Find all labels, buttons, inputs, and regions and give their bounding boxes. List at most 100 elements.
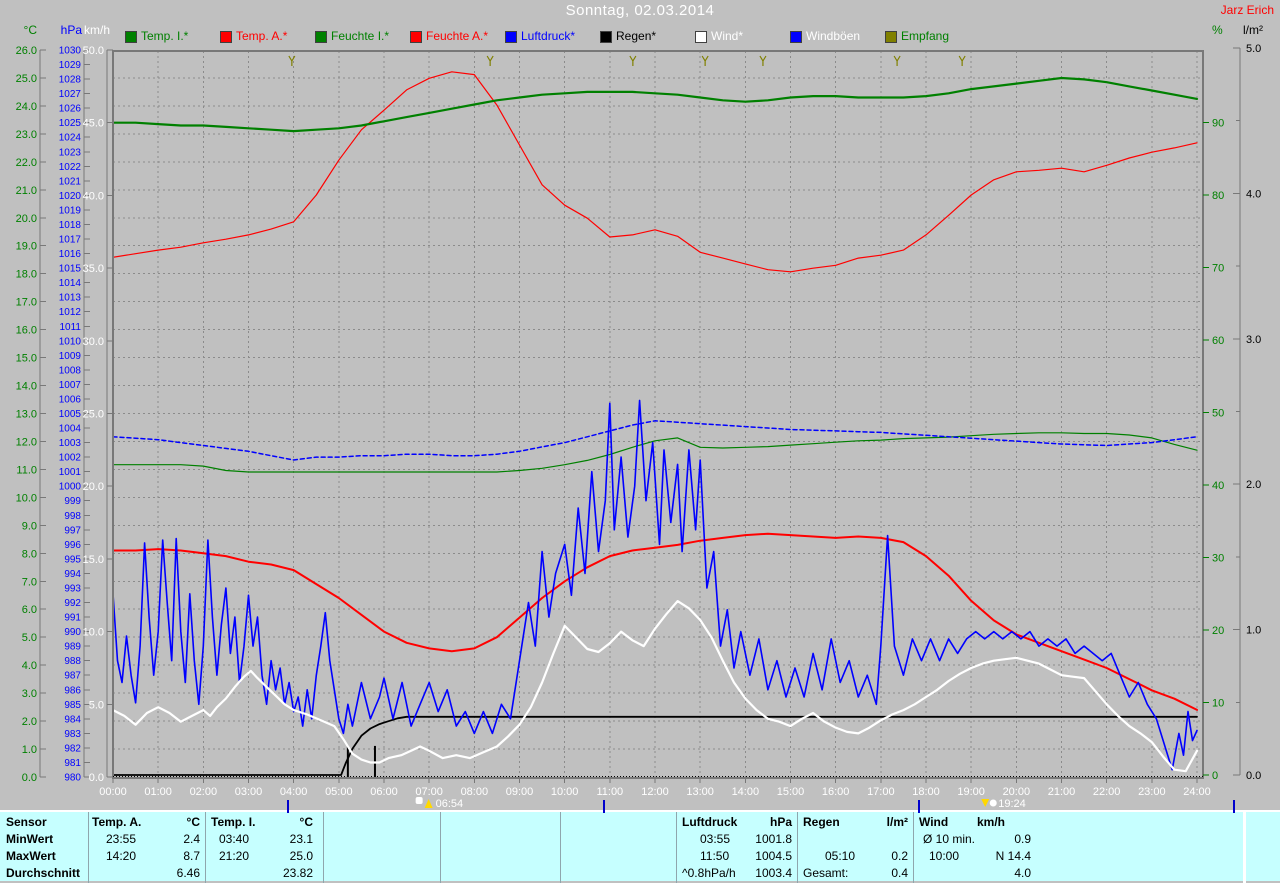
tick-label: 09:00: [506, 786, 534, 798]
tick-label: 21:00: [1048, 786, 1076, 798]
tick-label: 07:00: [415, 786, 443, 798]
axis-humidity: 0 10 20 30 40 50 60 70 80 90: [1203, 118, 1224, 782]
tick-label: 988: [64, 656, 81, 667]
table-separator: [88, 812, 89, 883]
tick-label: 50.0: [83, 45, 104, 57]
weather-app-window: { "header": { "title": "Sonntag, 02.03.2…: [0, 0, 1280, 883]
tick-label: 0.0: [89, 772, 104, 784]
tick-label: 2.0: [1246, 479, 1261, 491]
tick-label: 981: [64, 758, 81, 769]
tick-label: 16.0: [16, 325, 37, 337]
tick-label: 983: [64, 729, 81, 740]
tick-label: 1014: [59, 278, 82, 289]
tick-label: 20:00: [1003, 786, 1031, 798]
col-name: Luftdruck: [682, 815, 738, 829]
sunset-arrow-icon: [981, 799, 990, 807]
col-unit: °C: [299, 815, 313, 829]
tick-label: 996: [64, 540, 81, 551]
tick-label: 15.0: [83, 554, 104, 566]
tick-label: 5.0: [89, 699, 104, 711]
min-value: 23.1: [289, 832, 313, 846]
table-col-temp-i: Temp. I. °C 03:40 23.1 21:20 25.0 23.82: [211, 812, 313, 883]
tick-label: 1011: [59, 322, 81, 333]
min-time: 03:40: [219, 832, 250, 846]
tick-label: 60: [1212, 335, 1224, 347]
min-time: Ø 10 min.: [923, 832, 976, 846]
tick-label: 18.0: [16, 269, 37, 281]
tick-label: 984: [64, 714, 81, 725]
min-time: 03:55: [700, 832, 731, 846]
tick-label: 1007: [59, 380, 82, 391]
tick-label: 1013: [59, 293, 82, 304]
tick-label: 80: [1212, 190, 1224, 202]
avg-value: 0.4: [891, 866, 908, 880]
table-col-wind: Wind km/h Ø 10 min. 0.9 10:00 N 14.4 4.0: [919, 812, 1031, 883]
tick-label: 999: [64, 496, 81, 507]
tick-label: 19:24: [998, 798, 1026, 810]
row-label-minwert: MinWert: [6, 832, 54, 846]
min-value: 1001.8: [755, 832, 792, 846]
axis-temp: 0.0 1.0 2.0 3.0 4.0 5.0 6.0 7.0 8.0 9.0 10.0 11.0 12…: [16, 45, 46, 784]
tick-label: 986: [64, 685, 81, 696]
max-time: 11:50: [700, 849, 730, 863]
tick-label: 13.0: [16, 409, 37, 421]
tick-label: 11.0: [16, 464, 37, 476]
min-time: 23:55: [106, 832, 137, 846]
tick-label: 20.0: [83, 481, 104, 493]
blue-tick: [287, 800, 289, 813]
tick-label: 40: [1212, 480, 1224, 492]
tick-label: 4.0: [22, 660, 37, 672]
tick-label: 14:00: [732, 786, 760, 798]
tick-label: 1009: [59, 351, 82, 362]
row-label-sensor: Sensor: [6, 815, 47, 829]
tick-label: 992: [64, 598, 81, 609]
tick-label: 0.0: [22, 772, 37, 784]
tick-label: 1019: [59, 205, 82, 216]
col-unit: km/h: [976, 815, 1005, 829]
series-temp-i: [114, 76, 1199, 133]
table-col-luftdruck: Luftdruck hPa 03:55 1001.8 11:50 1004.5 ^0.…: [682, 812, 792, 883]
sunset-icon: [989, 799, 997, 807]
tick-label: 1001: [59, 467, 82, 478]
tick-label: 4.0: [1246, 188, 1261, 200]
tick-label: 1017: [59, 235, 82, 246]
tick-label: 1010: [59, 336, 82, 347]
tick-label: 23.0: [16, 129, 37, 141]
tick-label: 10: [1212, 698, 1224, 710]
tick-label: 13:00: [686, 786, 714, 798]
tick-label: 3.0: [22, 688, 37, 700]
tick-label: 24.0: [16, 101, 37, 113]
blue-tick: [1233, 800, 1235, 813]
avg-value: 1003.4: [755, 866, 792, 880]
table-separator: [205, 812, 206, 883]
weather-chart: 0.0 1.0 2.0 3.0 4.0 5.0 6.0 7.0 8.0 9.0 10.0 11.0 12…: [16, 43, 1262, 810]
tick-label: 1024: [59, 133, 82, 144]
tick-label: 02:00: [190, 786, 218, 798]
tick-label: 14.0: [16, 381, 37, 393]
max-value: N 14.4: [995, 849, 1031, 863]
tick-label: 989: [64, 642, 81, 653]
tick-label: 25.0: [16, 73, 37, 85]
max-time: 10:00: [929, 849, 960, 863]
tick-label: 1022: [59, 162, 82, 173]
col-unit: °C: [186, 815, 200, 829]
sunrise-arrow-icon: [424, 799, 433, 808]
row-label-maxwert: MaxWert: [6, 849, 56, 863]
tick-label: 23:00: [1138, 786, 1166, 798]
table-separator: [797, 812, 798, 883]
tick-label: 1015: [59, 264, 82, 275]
tick-label: 15.0: [16, 353, 37, 365]
min-value: 2.4: [183, 832, 200, 846]
tick-label: 5.0: [1246, 43, 1261, 55]
tick-label: 08:00: [461, 786, 489, 798]
tick-label: 1026: [59, 104, 82, 115]
tick-label: 17.0: [16, 297, 37, 309]
blue-tick: [918, 800, 920, 813]
empfang-icon: [629, 55, 637, 66]
tick-label: 00:00: [99, 786, 127, 798]
tick-label: 1028: [59, 75, 82, 86]
tick-label: 1030: [59, 46, 82, 57]
tick-label: 3.0: [1246, 334, 1261, 346]
min-value: 0.9: [1014, 832, 1031, 846]
tick-label: 12.0: [16, 436, 37, 448]
